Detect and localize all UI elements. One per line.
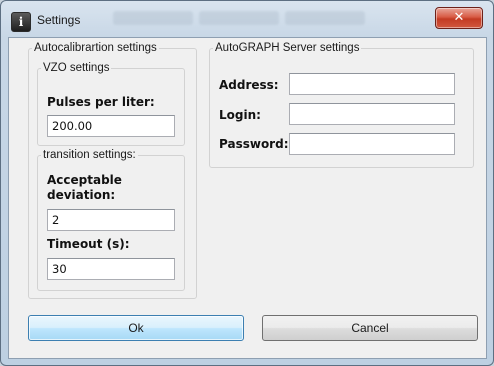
ghost-tab [199,11,279,25]
pulses-per-liter-label: Pulses per liter: [47,95,155,109]
address-input[interactable] [289,73,455,95]
settings-window: i Settings ✕ Autocalibrartion settings V… [0,0,494,366]
close-icon: ✕ [453,10,465,25]
vzo-settings-legend: VZO settings [43,62,110,74]
autocalibration-legend: Autocalibrartion settings [34,42,157,54]
ghost-tab [113,11,193,25]
cancel-button[interactable]: Cancel [262,315,478,341]
acceptable-deviation-input[interactable] [47,209,175,231]
ok-button[interactable]: Ok [28,315,244,341]
transition-settings-legend: transition settings: [43,149,136,161]
password-label: Password: [219,137,289,151]
timeout-input[interactable] [47,258,175,280]
password-input[interactable] [289,133,455,155]
dialog-body: Autocalibrartion settings VZO settings P… [8,37,487,359]
ghost-tab [285,11,365,25]
window-title: Settings [37,13,81,27]
server-settings-legend: AutoGRAPH Server settings [215,42,360,54]
login-label: Login: [219,108,261,122]
login-input[interactable] [289,103,455,125]
background-tabs [113,11,365,25]
acceptable-deviation-label-line1: Acceptable [47,173,122,187]
title-bar[interactable]: i Settings ✕ [1,1,493,37]
address-label: Address: [219,78,279,92]
info-icon: i [11,12,31,32]
timeout-label: Timeout (s): [47,237,130,251]
acceptable-deviation-label-line2: deviation: [47,188,116,202]
pulses-per-liter-input[interactable] [47,115,175,137]
close-button[interactable]: ✕ [435,7,483,29]
